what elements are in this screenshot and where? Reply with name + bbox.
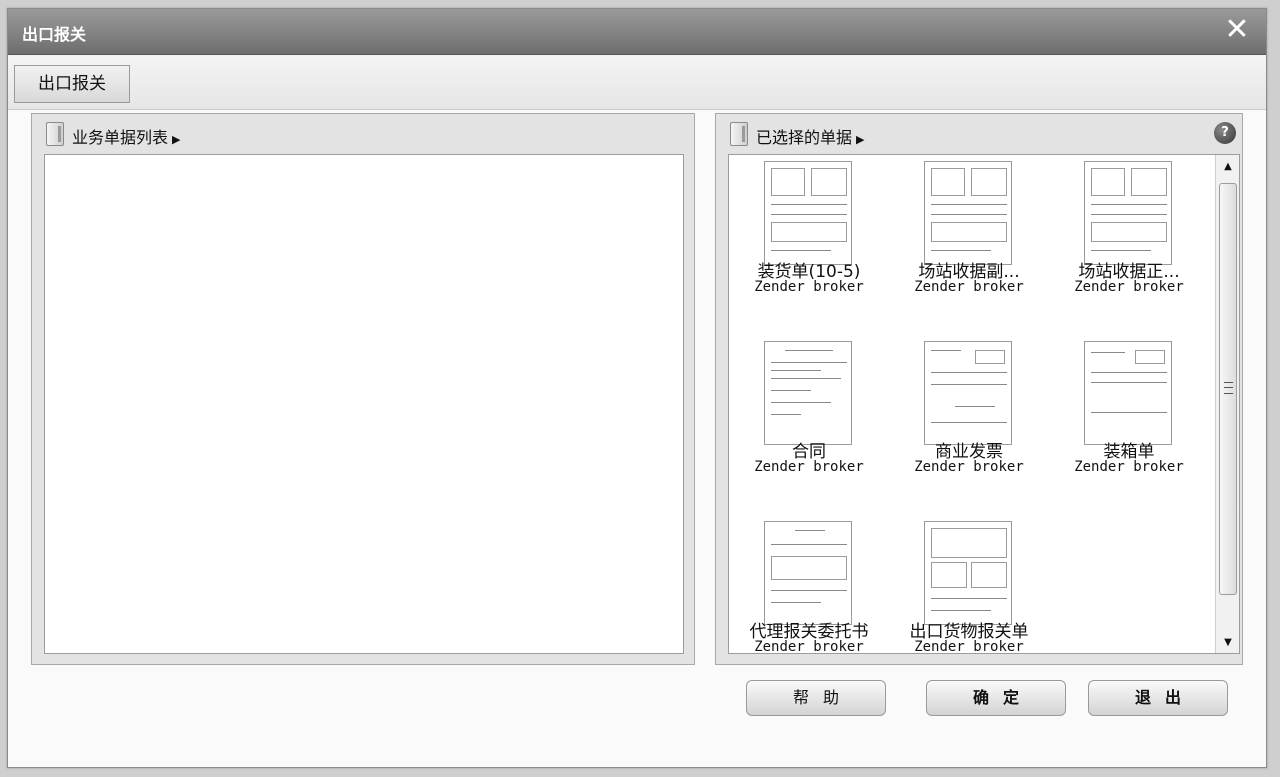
document-item[interactable]: 场站收据正... Zender broker [1049, 155, 1209, 325]
document-thumbnail [1084, 341, 1172, 445]
document-owner: Zender broker [914, 459, 1024, 475]
document-owner: Zender broker [754, 279, 864, 295]
document-owner: Zender broker [914, 279, 1024, 295]
document-owner: Zender broker [1074, 279, 1184, 295]
tab-strip: 出口报关 [8, 55, 1266, 110]
selected-documents-panel: 已选择的单据 ▶ ? 装货单(10-5) Zender broker 场站收据副… [715, 113, 1243, 665]
business-documents-list[interactable] [44, 154, 684, 654]
caret-right-icon: ▶ [172, 133, 181, 146]
window-title: 出口报关 [22, 25, 87, 44]
confirm-button[interactable]: 确定 [926, 680, 1066, 716]
business-documents-panel: 业务单据列表 ▶ [31, 113, 695, 665]
scroll-up-arrow-icon[interactable]: ▲ [1216, 157, 1239, 177]
document-item[interactable]: 出口货物报关单 Zender broker [889, 515, 1049, 654]
document-thumbnail [924, 341, 1012, 445]
exit-button[interactable]: 退出 [1088, 680, 1228, 716]
document-thumbnail [924, 161, 1012, 265]
document-owner: Zender broker [1074, 459, 1184, 475]
selected-documents-title[interactable]: 已选择的单据 ▶ [756, 124, 864, 148]
document-owner: Zender broker [914, 639, 1024, 654]
book-icon [46, 122, 64, 146]
document-thumbnail [764, 341, 852, 445]
caret-right-icon: ▶ [856, 133, 865, 146]
document-item[interactable]: 代理报关委托书 Zender broker [729, 515, 889, 654]
document-owner: Zender broker [754, 459, 864, 475]
book-icon [730, 122, 748, 146]
tab-export-declaration[interactable]: 出口报关 [14, 65, 130, 103]
document-item[interactable]: 装货单(10-5) Zender broker [729, 155, 889, 325]
document-thumbnail [764, 161, 852, 265]
panel-title-label: 业务单据列表 [72, 128, 169, 147]
title-bar[interactable]: 出口报关 ✕ [8, 9, 1266, 55]
business-documents-title[interactable]: 业务单据列表 ▶ [72, 124, 180, 148]
panel-header: 已选择的单据 ▶ ? [716, 114, 1242, 152]
document-thumbnail [1084, 161, 1172, 265]
vertical-scrollbar[interactable]: ▲ ▼ [1215, 155, 1239, 653]
document-item[interactable]: 合同 Zender broker [729, 335, 889, 505]
document-thumbnail [924, 521, 1012, 625]
document-thumbnail [764, 521, 852, 625]
document-item[interactable]: 场站收据副... Zender broker [889, 155, 1049, 325]
help-button[interactable]: 帮助 [746, 680, 886, 716]
grip-icon [1224, 382, 1233, 394]
document-item[interactable]: 商业发票 Zender broker [889, 335, 1049, 505]
scroll-thumb[interactable] [1219, 183, 1237, 595]
scroll-down-arrow-icon[interactable]: ▼ [1216, 633, 1239, 653]
selected-documents-grid: 装货单(10-5) Zender broker 场站收据副... Zender … [728, 154, 1240, 654]
panel-header: 业务单据列表 ▶ [32, 114, 694, 152]
help-icon[interactable]: ? [1214, 122, 1236, 144]
export-declaration-dialog: 出口报关 ✕ 出口报关 业务单据列表 ▶ 已选择的单据 ▶ ? 装货单(10-5… [7, 8, 1267, 768]
document-owner: Zender broker [754, 639, 864, 654]
close-icon[interactable]: ✕ [1224, 15, 1250, 45]
panel-title-label: 已选择的单据 [756, 128, 853, 147]
document-item[interactable]: 装箱单 Zender broker [1049, 335, 1209, 505]
